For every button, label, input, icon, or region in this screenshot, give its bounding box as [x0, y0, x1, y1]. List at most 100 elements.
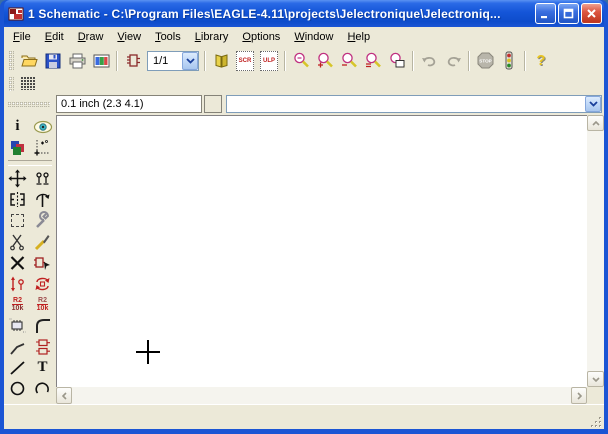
- export-button[interactable]: [89, 49, 113, 73]
- save-button[interactable]: [41, 49, 65, 73]
- gateswap-button[interactable]: [31, 273, 55, 294]
- move-button[interactable]: [6, 168, 30, 189]
- zoom-out-button[interactable]: [337, 49, 361, 73]
- toolbar-grip[interactable]: [9, 51, 14, 71]
- library-icon: [212, 52, 231, 70]
- open-folder-icon: [20, 52, 39, 70]
- print-button[interactable]: [65, 49, 89, 73]
- close-icon: [585, 7, 598, 20]
- menu-options[interactable]: Options: [235, 28, 287, 46]
- parameter-toolbar-grip[interactable]: [9, 77, 14, 91]
- rotate-button[interactable]: [31, 189, 55, 210]
- zoom-fit-button[interactable]: [289, 49, 313, 73]
- scroll-left-button[interactable]: [56, 387, 72, 404]
- erc-traffic-light-icon: [502, 51, 516, 70]
- vertical-scroll-track[interactable]: [587, 131, 604, 371]
- mirror-button[interactable]: [6, 189, 30, 210]
- toolbar-separator: [116, 51, 118, 71]
- show-button[interactable]: [31, 116, 55, 137]
- toolbar-separator: [524, 51, 526, 71]
- help-icon: ?: [536, 52, 545, 69]
- close-button[interactable]: [581, 3, 602, 24]
- show-icon: [33, 120, 53, 134]
- erc-button[interactable]: [497, 49, 521, 73]
- sheet-selector[interactable]: 1/1: [147, 51, 199, 71]
- circle-button[interactable]: [6, 378, 30, 399]
- sheet-selector-value: 1/1: [148, 55, 182, 67]
- command-history-dropdown-button[interactable]: [585, 96, 601, 112]
- smash-button[interactable]: [6, 315, 30, 336]
- delete-icon: [9, 255, 26, 271]
- zoom-select-button[interactable]: [361, 49, 385, 73]
- change-button[interactable]: [31, 210, 55, 231]
- canvas-zone: [56, 115, 604, 404]
- main-area: i: [4, 115, 604, 404]
- copy-button[interactable]: [31, 168, 55, 189]
- text-button[interactable]: T: [31, 357, 55, 378]
- menu-edit[interactable]: Edit: [38, 28, 71, 46]
- save-icon: [44, 52, 62, 70]
- miter-button[interactable]: [31, 315, 55, 336]
- menu-tools[interactable]: Tools: [148, 28, 188, 46]
- stop-button[interactable]: STOP: [473, 49, 497, 73]
- mark-icon: [33, 138, 52, 157]
- chevron-down-icon: [589, 101, 598, 107]
- pinswap-button[interactable]: [6, 273, 30, 294]
- menu-draw[interactable]: Draw: [71, 28, 111, 46]
- command-bar: 0.1 inch (2.3 4.1): [4, 93, 604, 115]
- horizontal-scroll-track[interactable]: [72, 387, 571, 404]
- board-button[interactable]: [121, 49, 145, 73]
- group-button[interactable]: [6, 210, 30, 231]
- delete-button[interactable]: [6, 252, 30, 273]
- menu-file[interactable]: File: [6, 28, 38, 46]
- value-button[interactable]: R2 10k: [31, 294, 55, 315]
- resize-grip-icon[interactable]: [589, 415, 603, 429]
- eagle-window: 1 Schematic - C:\Program Files\EAGLE-4.1…: [0, 0, 608, 434]
- titlebar[interactable]: 1 Schematic - C:\Program Files\EAGLE-4.1…: [4, 0, 604, 27]
- minimize-button[interactable]: [535, 3, 556, 24]
- maximize-button[interactable]: [558, 3, 579, 24]
- zoom-redraw-button[interactable]: [385, 49, 409, 73]
- menu-view[interactable]: View: [110, 28, 148, 46]
- info-button[interactable]: i: [6, 116, 30, 137]
- library-button[interactable]: [209, 49, 233, 73]
- toolbar-separator: [204, 51, 206, 71]
- open-button[interactable]: [17, 49, 41, 73]
- mark-button[interactable]: [31, 137, 55, 158]
- menu-help[interactable]: Help: [340, 28, 377, 46]
- vertical-scrollbar[interactable]: [587, 115, 604, 387]
- grid-button[interactable]: [17, 75, 39, 92]
- statusbar: [4, 404, 604, 429]
- sheet-selector-dropdown-button[interactable]: [182, 52, 198, 70]
- name-button[interactable]: R2 10k: [6, 294, 30, 315]
- cut-button[interactable]: [6, 231, 30, 252]
- menu-library[interactable]: Library: [188, 28, 236, 46]
- split-button[interactable]: [6, 336, 30, 357]
- help-button[interactable]: ?: [529, 49, 553, 73]
- paste-button[interactable]: [31, 231, 55, 252]
- horizontal-scrollbar[interactable]: [56, 387, 587, 404]
- scroll-up-button[interactable]: [587, 115, 604, 131]
- cut-icon: [8, 233, 27, 251]
- copy-icon: [33, 170, 52, 188]
- display-button[interactable]: [6, 137, 30, 158]
- scroll-down-button[interactable]: [587, 371, 604, 387]
- schematic-canvas[interactable]: [56, 115, 587, 387]
- menu-window[interactable]: Window: [287, 28, 340, 46]
- wire-button[interactable]: [6, 357, 30, 378]
- scroll-right-button[interactable]: [571, 387, 587, 404]
- add-button[interactable]: [31, 252, 55, 273]
- app-icon[interactable]: [8, 6, 24, 22]
- redo-button[interactable]: [441, 49, 465, 73]
- zoom-in-button[interactable]: [313, 49, 337, 73]
- run-ulp-icon: ULP: [260, 51, 278, 71]
- split-icon: [8, 338, 27, 356]
- script-button[interactable]: SCR: [233, 49, 257, 73]
- command-input[interactable]: [227, 97, 585, 111]
- command-toolbar-grip[interactable]: [8, 102, 50, 107]
- invoke-button[interactable]: [31, 336, 55, 357]
- run-ulp-button[interactable]: ULP: [257, 49, 281, 73]
- origin-crosshair: [136, 340, 160, 364]
- undo-button[interactable]: [417, 49, 441, 73]
- arc-button[interactable]: [31, 378, 55, 399]
